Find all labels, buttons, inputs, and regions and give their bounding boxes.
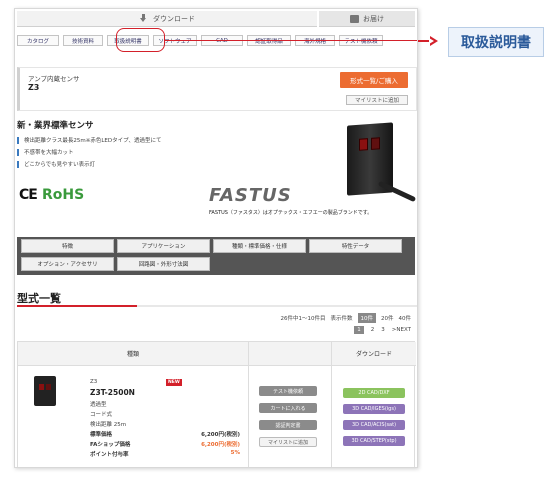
model-series: Z3 [90,379,98,385]
fa-price-value: 6,200円(税別) [201,442,240,448]
nav-dimensions[interactable]: 回路図・外形寸法図 [117,257,210,271]
new-badge: NEW [166,379,182,386]
per-page-label: 表示件数 [330,316,353,322]
std-price-label: 標準価格 [90,432,113,438]
per-page-20[interactable]: 20件 [381,314,394,322]
models-table: 種類 ダウンロード Z3 NEW Z3T-2500N 透過型 コード式 検出距離… [17,341,416,467]
points-row: ポイント付与率 5% [90,450,240,460]
product-headline: 新・業界標準センサ [17,121,94,131]
page-1[interactable]: 1 [354,326,364,334]
nav-applications[interactable]: アプリケーション [117,239,210,253]
count-text: 26件中1〜10件目 [280,316,326,322]
feature-item: 検出距離クラス最長25m※赤色LEDタイプ、透過型にて [17,134,161,146]
col-header-download: ダウンロード [332,342,416,366]
feature-item: 不感帯を大幅カット [17,146,161,158]
feature-item: どこからでも見やすい表示灯 [17,158,161,170]
highlight-circle [116,28,165,52]
delivery-header[interactable]: お届け [319,11,415,27]
tab-catalog[interactable]: カタログ [17,35,59,46]
model-spec: コード式 [90,412,113,418]
add-to-mylist-button[interactable]: マイリストに追加 [346,95,408,105]
nav-features[interactable]: 特徴 [21,239,114,253]
page-2[interactable]: 2 [371,327,375,333]
test-request-button[interactable]: テスト機依頼 [259,386,317,396]
fa-price-label: FAショップ価格 [90,442,131,448]
nav-types-specs[interactable]: 種類・標準価格・仕様 [213,239,306,253]
col-header-type: 種類 [18,342,248,366]
product-name: Z3 [28,83,40,92]
feature-list: 検出距離クラス最長25m※赤色LEDタイプ、透過型にて 不感帯を大幅カット どこ… [17,134,161,170]
ce-mark: CE [19,187,38,203]
download-3d-step[interactable]: 3D CAD/STEP(stp) [343,436,405,446]
callout-arrow-inner [429,38,434,44]
buy-button[interactable]: 形式一覧/ご購入 [340,72,408,88]
title-rule [17,305,417,307]
models-title: 型式一覧 [17,292,61,305]
fa-price-row: FAショップ価格 6,200円(税別) [90,440,240,450]
model-spec: 検出距離 25m [90,422,127,428]
download-3d-iges[interactable]: 3D CAD/IGES(igs) [343,404,405,414]
add-to-mylist-row-button[interactable]: マイリストに追加 [259,437,317,447]
per-page-10[interactable]: 10件 [357,313,376,323]
next-page[interactable]: >NEXT [392,327,411,333]
product-header: アンプ内蔵センサ Z3 形式一覧/ご購入 マイリストに追加 [17,67,417,111]
result-count: 26件中1〜10件目 表示件数 10件 20件 40件 [275,313,411,323]
manual-callout: 取扱説明書 [448,27,544,57]
certificate-button[interactable]: 認証判定書 [259,420,317,430]
brand-note: FASTUS（ファスタス）はオプテックス・エフエーの製品ブランドです。 [209,210,373,216]
model-spec: 透過型 [90,402,107,408]
page-frame: ダウンロード お届け カタログ 技術資料 取扱説明書 ソフトウェア CAD 認証… [14,8,418,468]
model-number[interactable]: Z3T-2500N [90,388,135,397]
sensor-lens [359,138,368,151]
col-divider [248,342,249,467]
std-price-value: 6,200円(税別) [201,432,240,438]
download-2d-dxf[interactable]: 2D CAD/DXF [343,388,405,398]
download-3d-acis[interactable]: 3D CAD/ACIS(sat) [343,420,405,430]
product-category: アンプ内蔵センサ [28,75,80,83]
per-page-40[interactable]: 40件 [399,314,412,322]
nav-characteristics[interactable]: 特性データ [309,239,402,253]
col-header-actions [249,342,331,366]
model-thumbnail[interactable] [34,376,56,406]
add-to-cart-button[interactable]: カートに入れる [259,403,317,413]
nav-options[interactable]: オプション・アクセサリ [21,257,114,271]
points-value: 5% [230,450,240,456]
section-nav: 特徴 アプリケーション 種類・標準価格・仕様 特性データ オプション・アクセサリ… [17,237,415,275]
col-divider [331,342,332,467]
std-price-row: 標準価格 6,200円(税別) [90,430,240,440]
box-icon [350,14,359,23]
download-icon [139,14,148,23]
page-3[interactable]: 3 [381,327,385,333]
highlight-line [165,40,417,42]
download-header-label: ダウンロード [153,14,195,23]
points-label: ポイント付与率 [90,452,129,458]
tab-technical[interactable]: 技術資料 [63,35,103,46]
rohs-mark: RoHS [42,187,85,203]
sensor-lens [371,137,380,150]
download-header[interactable]: ダウンロード [17,11,317,27]
fastus-logo: FASTUS [209,185,292,206]
delivery-header-label: お届け [363,14,384,23]
pagination: 1 2 3 >NEXT [347,326,411,334]
